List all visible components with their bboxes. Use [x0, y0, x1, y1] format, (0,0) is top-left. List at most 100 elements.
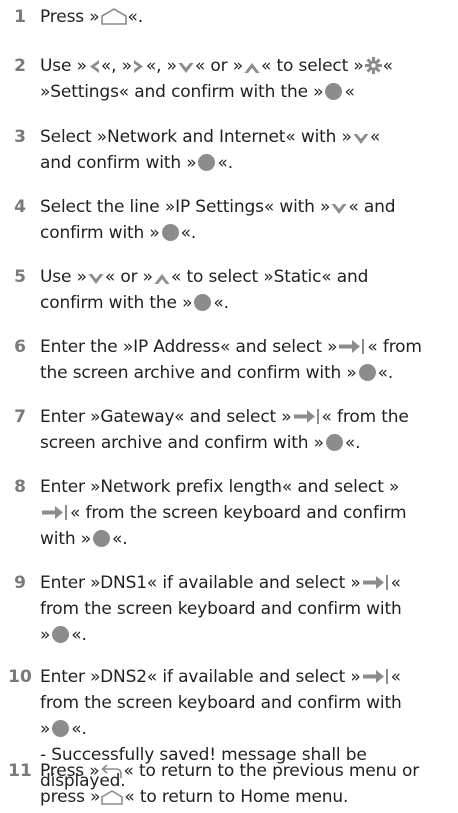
step-text-line: confirm with the » «. — [40, 290, 452, 316]
step-text-part: «. — [344, 433, 361, 453]
instruction-page: 1 Press » «. 2 Use » «, » «, » « or » « to se… — [0, 0, 458, 813]
step-number: 9 — [14, 573, 26, 593]
step-text-part: Enter »DNS2« if available and select » — [40, 667, 361, 687]
step-text-part: the screen archive and confirm with » — [40, 363, 357, 383]
step-text-part: « — [369, 127, 381, 147]
step-text-line: from the screen keyboard and confirm wit… — [40, 693, 402, 713]
step-text-part: «, » — [145, 56, 177, 76]
step-text-line: « from the screen keyboard and confirm — [40, 500, 452, 526]
step-text: Select the line »IP Settings« with » « an… — [40, 194, 458, 246]
step-text-part: «. — [217, 153, 233, 173]
step-text-line: » «. — [40, 622, 452, 648]
step-9: 9 Enter »DNS1« if available and select »… — [0, 570, 458, 648]
arrow-down-icon — [353, 134, 369, 144]
gear-icon — [364, 57, 382, 74]
ok-button-icon — [52, 720, 70, 737]
step-text: Select »Network and Internet« with » « an… — [40, 124, 458, 176]
tab-arrow-icon — [339, 339, 365, 354]
arrow-up-icon — [154, 274, 170, 284]
home-icon — [100, 8, 127, 25]
step-text-part: « — [390, 573, 401, 593]
step-text-part: « to select » — [260, 56, 364, 76]
arrow-left-icon — [89, 60, 99, 73]
tab-arrow-icon — [362, 669, 388, 684]
arrow-up-icon — [244, 63, 260, 73]
ok-button-icon — [194, 294, 212, 311]
step-text-part: Use » — [40, 56, 87, 76]
step-text-line: press » « to return to Home menu. — [40, 784, 452, 810]
ok-button-icon — [325, 434, 343, 451]
step-8: 8 Enter »Network prefix length« and sele… — [0, 474, 458, 552]
step-2: 2 Use » «, » «, » « or » « to select » « »Set… — [0, 53, 458, 105]
step-text-part: screen archive and confirm with » — [40, 433, 324, 453]
step-text-part: « or » — [104, 267, 153, 287]
step-text-part: and confirm with » — [40, 153, 197, 173]
step-text-part: »Settings« and confirm with the » — [40, 82, 324, 102]
step-text-part: « to return to Home menu. — [124, 787, 349, 807]
step-text: Press » «. — [40, 4, 458, 30]
step-text-part: « and — [348, 197, 396, 217]
step-text-part: «. — [377, 363, 394, 383]
step-text-line: the screen archive and confirm with » «. — [40, 360, 452, 386]
step-text-part: « — [390, 667, 401, 687]
ok-button-icon — [358, 364, 376, 381]
step-number: 1 — [14, 7, 26, 27]
step-7: 7 Enter »Gateway« and select » « from the… — [0, 404, 458, 456]
tab-arrow-icon — [42, 505, 67, 520]
step-text-line: with » «. — [40, 526, 452, 552]
ok-button-icon — [92, 530, 110, 547]
step-text-part: Use » — [40, 267, 87, 287]
step-text: Press » « to return to the previous menu … — [40, 758, 458, 810]
step-text-line: from the screen keyboard and confirm wit… — [40, 599, 402, 619]
arrow-down-icon — [88, 274, 104, 284]
step-text-part: « from the — [321, 407, 409, 427]
ok-button-icon — [325, 83, 343, 100]
ok-button-icon — [161, 224, 179, 241]
step-text-part: «. — [127, 7, 144, 27]
step-text: Enter »Network prefix length« and select… — [40, 474, 458, 552]
step-number: 5 — [14, 267, 26, 287]
step-number: 11 — [8, 761, 32, 781]
step-text-part: » — [40, 625, 51, 645]
step-4: 4 Select the line »IP Settings« with » « … — [0, 194, 458, 246]
step-number: 6 — [14, 337, 26, 357]
step-5: 5 Use » « or » « to select »Static« and co… — [0, 264, 458, 316]
step-text: Use » «, » «, » « or » « to select » « »Setti… — [40, 53, 458, 105]
step-text-part: press » — [40, 787, 101, 807]
ok-button-icon — [198, 154, 216, 171]
step-number: 3 — [14, 127, 26, 147]
step-text-part: confirm with the » — [40, 293, 193, 313]
step-text-part: with » — [40, 529, 91, 549]
step-text-line: and confirm with » «. — [40, 150, 452, 176]
step-text-part: Enter »DNS1« if available and select » — [40, 573, 361, 593]
step-1: 1 Press » «. — [0, 4, 458, 30]
step-text-part: « from — [367, 337, 422, 357]
step-number: 2 — [14, 56, 26, 76]
arrow-down-icon — [331, 204, 347, 214]
step-text: Enter »DNS1« if available and select » « … — [40, 570, 458, 648]
step-text-part: « — [344, 82, 355, 102]
step-text-part: «. — [111, 529, 128, 549]
step-text-part: confirm with » — [40, 223, 160, 243]
step-text-part: « to select »Static« and — [170, 267, 369, 287]
step-text-part: « to return to the previous menu or — [123, 761, 420, 781]
step-text-line: » «. — [40, 716, 452, 742]
step-text-part: Select »Network and Internet« with » — [40, 127, 352, 147]
step-6: 6 Enter the »IP Address« and select » « f… — [0, 334, 458, 386]
tab-arrow-icon — [362, 575, 388, 590]
step-number: 8 — [14, 477, 26, 497]
arrow-right-icon — [133, 60, 143, 73]
step-text-part: Select the line »IP Settings« with » — [40, 197, 331, 217]
step-text-part: «, » — [100, 56, 132, 76]
step-text-part: Enter »Network prefix length« and select… — [40, 477, 400, 497]
ok-button-icon — [52, 626, 70, 643]
step-text-part: «. — [71, 719, 87, 739]
step-number: 7 — [14, 407, 26, 427]
tab-arrow-icon — [293, 409, 319, 424]
step-3: 3 Select »Network and Internet« with » « … — [0, 124, 458, 176]
step-text: Use » « or » « to select »Static« and conf… — [40, 264, 458, 316]
step-11: 11 Press » « to return to the previous me… — [0, 758, 458, 810]
step-text: Enter the »IP Address« and select » « fro… — [40, 334, 458, 386]
step-text-part: « — [382, 56, 393, 76]
step-text-part: Press » — [40, 761, 100, 781]
